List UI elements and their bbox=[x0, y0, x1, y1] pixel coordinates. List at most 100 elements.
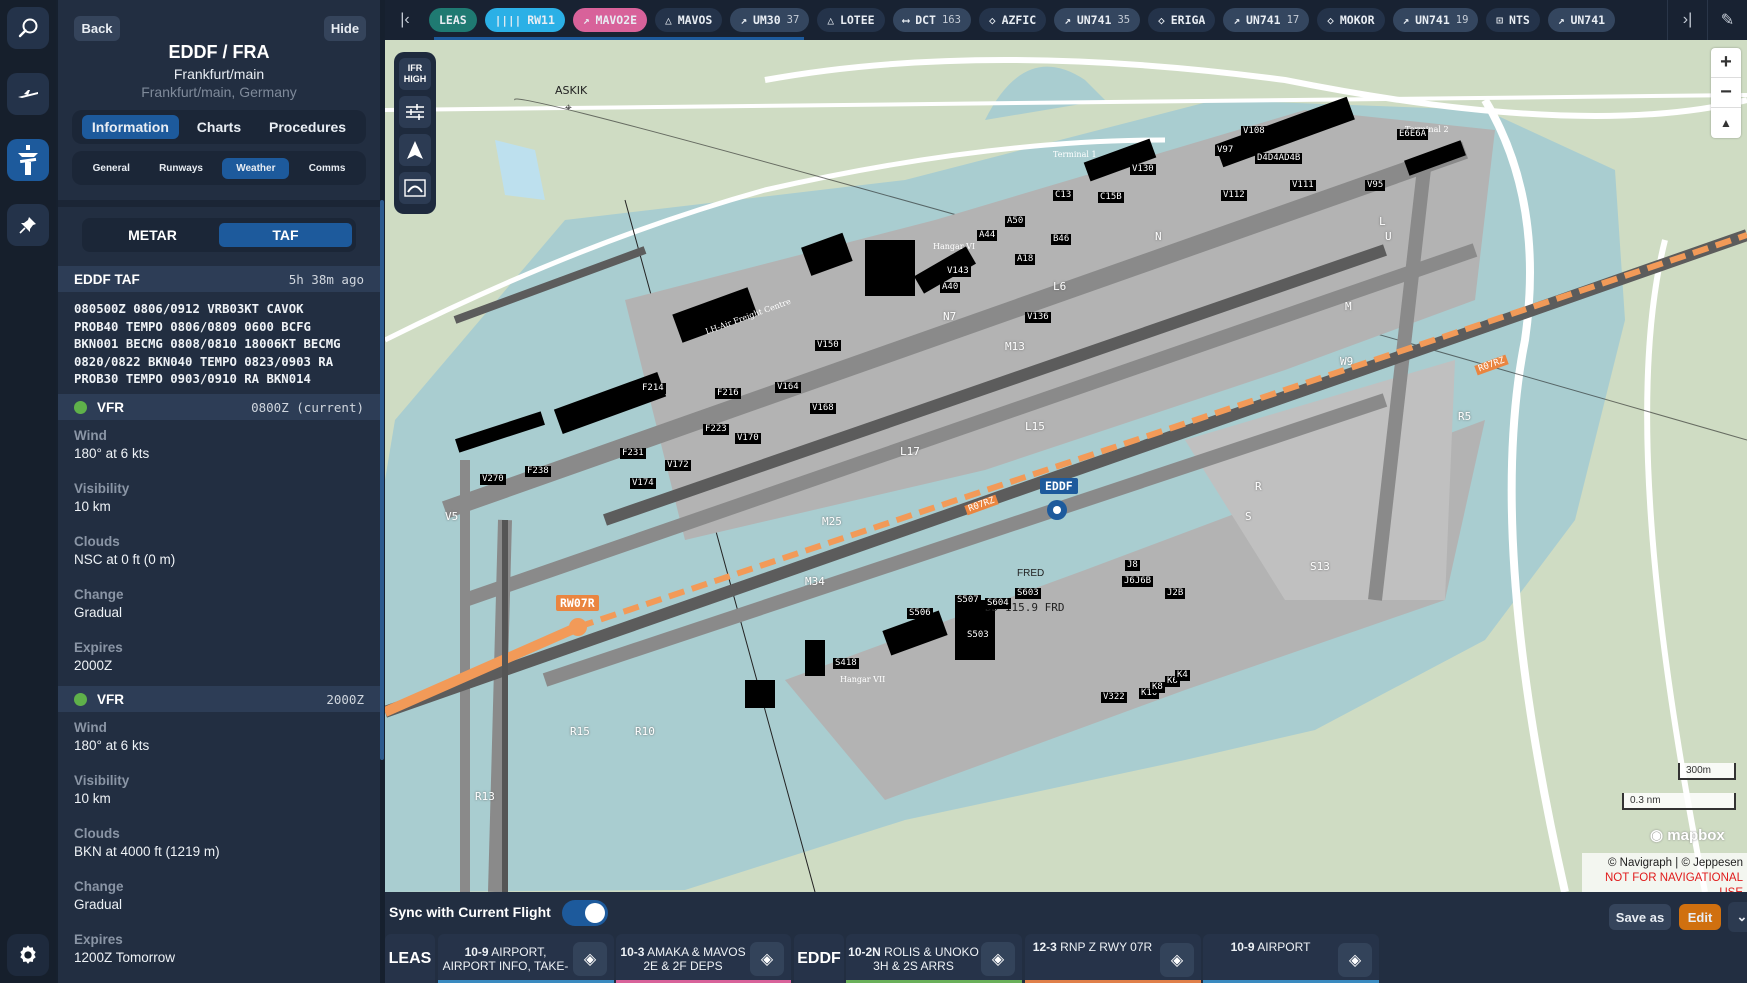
route-icon: ↗ bbox=[740, 13, 747, 27]
back-button[interactable]: Back bbox=[74, 16, 120, 41]
wind-field: Wind 180° at 6 kts bbox=[74, 428, 150, 461]
route-chip[interactable]: LEAS bbox=[429, 8, 477, 32]
pinned-button[interactable] bbox=[7, 204, 49, 246]
route-chip[interactable]: ↗ UN741 17 bbox=[1223, 8, 1310, 32]
forecast-period-header: VFR 2000Z bbox=[58, 686, 380, 712]
route-icon: ↗ bbox=[1233, 13, 1240, 27]
route-chip-label: UM30 bbox=[752, 13, 781, 27]
lake bbox=[495, 140, 545, 200]
route-chip[interactable]: ◇ ERIGA bbox=[1148, 8, 1216, 32]
route-chip[interactable]: △ LOTEE bbox=[817, 8, 885, 32]
route-chip[interactable]: |||| RW11 bbox=[484, 8, 565, 32]
subtab-weather[interactable]: Weather bbox=[222, 157, 290, 179]
tab-procedures[interactable]: Procedures bbox=[259, 115, 356, 139]
wind-field: Wind 180° at 6 kts bbox=[74, 720, 150, 753]
chart-button[interactable]: 10-9 AIRPORT, AIRPORT INFO, TAKE- ◈ bbox=[438, 934, 614, 983]
tab-charts[interactable]: Charts bbox=[187, 115, 251, 139]
arrival-icao[interactable]: EDDF bbox=[794, 934, 844, 983]
chart-button[interactable]: 10-2N ROLIS & UNOKO 3H & 2S ARRS ◈ bbox=[846, 934, 1022, 983]
icon-rail bbox=[0, 0, 56, 983]
map-view[interactable]: ASKIK ⌖ EDDF RW07R R07RZ R07RZ FRED DD 1… bbox=[385, 40, 1747, 892]
subtab-general[interactable]: General bbox=[83, 159, 140, 178]
departure-icao[interactable]: LEAS bbox=[385, 934, 435, 983]
metar-taf-toggle: METAR TAF bbox=[82, 218, 356, 252]
subtab-runways[interactable]: Runways bbox=[149, 159, 213, 178]
layers-icon[interactable]: ◈ bbox=[981, 941, 1015, 976]
expand-button[interactable]: ⌄ bbox=[1728, 902, 1747, 932]
zoom-out-button[interactable]: − bbox=[1711, 78, 1741, 108]
panel-scrollbar[interactable] bbox=[380, 200, 384, 760]
waypoint-label: ASKIK bbox=[555, 84, 588, 97]
mapbox-logo[interactable]: ◉ mapbox bbox=[1650, 826, 1725, 844]
navaid-name: FRED bbox=[1017, 568, 1045, 579]
compass-button[interactable]: ▲ bbox=[1711, 108, 1741, 138]
search-icon bbox=[18, 18, 38, 38]
flight-button[interactable] bbox=[7, 73, 49, 115]
subtab-comms[interactable]: Comms bbox=[299, 159, 356, 178]
flight-category: VFR bbox=[97, 399, 124, 415]
search-button[interactable] bbox=[7, 7, 49, 49]
airport-city: Frankfurt/main bbox=[173, 66, 265, 82]
route-chip-label: MOKOR bbox=[1339, 13, 1375, 27]
hangar-vii-label: Hangar VII bbox=[840, 675, 886, 684]
route-chip[interactable]: ◇ MOKOR bbox=[1317, 8, 1385, 32]
taf-toggle[interactable]: TAF bbox=[219, 223, 352, 247]
map-layer-button[interactable]: IFR HIGH bbox=[399, 58, 431, 90]
map-settings-button[interactable] bbox=[399, 96, 431, 128]
route-chip[interactable]: ↗ MAVO2E bbox=[572, 8, 648, 32]
map-controls: IFR HIGH bbox=[394, 52, 436, 214]
pencil-icon: ✎ bbox=[1720, 12, 1735, 29]
vertical-profile-button[interactable] bbox=[399, 172, 431, 204]
runway-icon: |||| bbox=[494, 13, 522, 27]
tab-information[interactable]: Information bbox=[81, 115, 179, 139]
direct-icon: ⟷ bbox=[902, 13, 910, 27]
waypoint-icon[interactable]: ⌖ bbox=[565, 100, 572, 115]
layers-icon[interactable]: ◈ bbox=[1160, 943, 1194, 977]
control-tower-icon bbox=[18, 145, 38, 175]
collapse-left-button[interactable]: |‹ bbox=[385, 0, 425, 40]
chart-button[interactable]: 10-3 AMAKA & MAVOS 2E & 2F DEPS ◈ bbox=[616, 934, 791, 983]
hide-button[interactable]: Hide bbox=[324, 16, 366, 41]
route-chip[interactable]: ◇ AZFIC bbox=[978, 8, 1047, 32]
airport-info-panel: Back Hide EDDF / FRA Frankfurt/main Fran… bbox=[58, 0, 380, 983]
route-chip[interactable]: ↗ UM30 37 bbox=[730, 8, 810, 32]
layers-icon[interactable]: ◈ bbox=[1338, 943, 1372, 977]
route-chip-label: UN741 bbox=[1245, 13, 1281, 27]
zoom-in-button[interactable]: + bbox=[1711, 48, 1741, 78]
period-time: 0800Z (current) bbox=[251, 399, 364, 415]
visibility-field: Visibility 10 km bbox=[74, 481, 130, 514]
visibility-field: Visibility 10 km bbox=[74, 773, 130, 806]
navigation-arrow-icon bbox=[407, 141, 423, 159]
save-as-button[interactable]: Save as bbox=[1609, 904, 1671, 930]
flight-category: VFR bbox=[97, 691, 124, 707]
layers-icon[interactable]: ◈ bbox=[573, 941, 607, 976]
edit-button[interactable]: Edit bbox=[1679, 904, 1721, 930]
terminal-1-label: Terminal 1 bbox=[1053, 150, 1097, 159]
attribution-text[interactable]: © Navigraph | © Jeppesen bbox=[1582, 856, 1743, 871]
compass-icon: ▲ bbox=[1720, 116, 1732, 130]
edit-route-button[interactable]: ✎ bbox=[1707, 0, 1747, 40]
expires-field: Expires 2000Z bbox=[74, 640, 123, 673]
route-chip[interactable]: ↗ UN741 35 bbox=[1054, 8, 1141, 32]
chart-button[interactable]: 10-9 AIRPORT ◈ bbox=[1203, 934, 1379, 983]
settings-button[interactable] bbox=[7, 934, 49, 976]
airport-button[interactable] bbox=[7, 139, 49, 181]
section-divider bbox=[58, 200, 380, 207]
chart-button[interactable]: 12-3 RNP Z RWY 07R ◈ bbox=[1025, 934, 1201, 983]
route-chip[interactable]: ↗ UN741 bbox=[1547, 8, 1616, 32]
airport-map-label[interactable]: EDDF bbox=[1040, 478, 1078, 494]
metar-toggle[interactable]: METAR bbox=[86, 223, 219, 247]
triangle-icon: △ bbox=[665, 13, 672, 27]
route-chip-label: MAVO2E bbox=[595, 13, 638, 27]
route-chip[interactable]: ⊡ NTS bbox=[1486, 8, 1540, 32]
route-chip[interactable]: △ MAVOS bbox=[655, 8, 723, 32]
route-chip[interactable]: ⟷ DCT 163 bbox=[892, 8, 971, 32]
toggle-knob bbox=[585, 903, 605, 923]
scroll-end-button[interactable]: ›| bbox=[1667, 0, 1707, 40]
route-icon: ↗ bbox=[582, 13, 590, 27]
sync-toggle[interactable] bbox=[562, 900, 608, 926]
route-chip-label: MAVOS bbox=[677, 13, 713, 27]
layers-icon[interactable]: ◈ bbox=[750, 941, 784, 976]
route-chip[interactable]: ↗ UN741 19 bbox=[1392, 8, 1479, 32]
follow-aircraft-button[interactable] bbox=[399, 134, 431, 166]
